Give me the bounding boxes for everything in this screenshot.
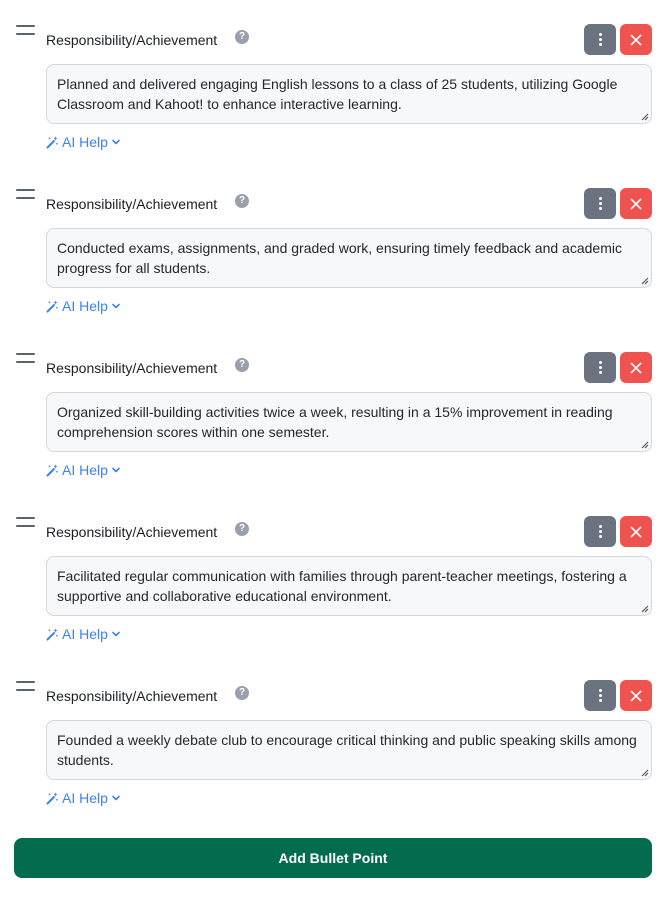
bullet-item: Responsibility/Achievement ? Planned and…	[0, 24, 665, 174]
close-icon	[630, 34, 642, 45]
ai-help-label: AI Help	[62, 790, 108, 806]
bullet-item: Responsibility/Achievement ? Facilitated…	[0, 516, 665, 666]
question-icon[interactable]: ?	[235, 686, 249, 700]
item-label: Responsibility/Achievement	[46, 360, 218, 376]
question-icon[interactable]: ?	[235, 358, 249, 372]
more-vertical-icon	[598, 197, 602, 210]
bullet-textarea[interactable]: Founded a weekly debate club to encourag…	[46, 720, 652, 780]
bullet-textarea[interactable]: Facilitated regular communication with f…	[46, 556, 652, 616]
more-options-button[interactable]	[584, 680, 616, 711]
delete-item-button[interactable]	[620, 516, 652, 547]
more-options-button[interactable]	[584, 24, 616, 55]
drag-handle-icon[interactable]	[16, 516, 36, 528]
bullet-textarea[interactable]: Conducted exams, assignments, and graded…	[46, 228, 652, 288]
bullet-text[interactable]: Planned and delivered engaging English l…	[57, 74, 639, 114]
magic-wand-icon	[46, 464, 59, 476]
ai-help-button[interactable]: AI Help	[46, 790, 121, 806]
add-bullet-point-button[interactable]: Add Bullet Point	[14, 838, 652, 878]
close-icon	[630, 526, 642, 537]
more-vertical-icon	[598, 33, 602, 46]
magic-wand-icon	[46, 136, 59, 148]
ai-help-button[interactable]: AI Help	[46, 626, 121, 642]
chevron-down-icon	[112, 139, 120, 145]
more-options-button[interactable]	[584, 352, 616, 383]
item-label: Responsibility/Achievement	[46, 32, 218, 48]
question-icon[interactable]: ?	[235, 522, 249, 536]
magic-wand-icon	[46, 300, 59, 312]
bullet-text[interactable]: Facilitated regular communication with f…	[57, 566, 639, 606]
more-options-button[interactable]	[584, 188, 616, 219]
bullet-item: Responsibility/Achievement ? Organized s…	[0, 352, 665, 502]
drag-handle-icon[interactable]	[16, 188, 36, 200]
more-options-button[interactable]	[584, 516, 616, 547]
more-vertical-icon	[598, 525, 602, 538]
ai-help-label: AI Help	[62, 134, 108, 150]
bullet-textarea[interactable]: Planned and delivered engaging English l…	[46, 64, 652, 124]
drag-handle-icon[interactable]	[16, 680, 36, 692]
ai-help-label: AI Help	[62, 462, 108, 478]
delete-item-button[interactable]	[620, 24, 652, 55]
chevron-down-icon	[112, 631, 120, 637]
chevron-down-icon	[112, 467, 120, 473]
resize-handle-icon[interactable]	[639, 439, 649, 449]
bullet-text[interactable]: Organized skill-building activities twic…	[57, 402, 639, 442]
close-icon	[630, 690, 642, 701]
magic-wand-icon	[46, 792, 59, 804]
more-vertical-icon	[598, 361, 602, 374]
item-label: Responsibility/Achievement	[46, 688, 218, 704]
bullet-textarea[interactable]: Organized skill-building activities twic…	[46, 392, 652, 452]
bullet-text[interactable]: Conducted exams, assignments, and graded…	[57, 238, 639, 278]
ai-help-label: AI Help	[62, 298, 108, 314]
more-vertical-icon	[598, 689, 602, 702]
ai-help-button[interactable]: AI Help	[46, 298, 121, 314]
resize-handle-icon[interactable]	[639, 111, 649, 121]
drag-handle-icon[interactable]	[16, 24, 36, 36]
delete-item-button[interactable]	[620, 680, 652, 711]
bullet-item: Responsibility/Achievement ? Founded a w…	[0, 680, 665, 830]
delete-item-button[interactable]	[620, 188, 652, 219]
bullet-text[interactable]: Founded a weekly debate club to encourag…	[57, 730, 639, 770]
chevron-down-icon	[112, 303, 120, 309]
magic-wand-icon	[46, 628, 59, 640]
item-label: Responsibility/Achievement	[46, 524, 218, 540]
delete-item-button[interactable]	[620, 352, 652, 383]
question-icon[interactable]: ?	[235, 30, 249, 44]
close-icon	[630, 198, 642, 209]
ai-help-button[interactable]: AI Help	[46, 462, 121, 478]
item-label: Responsibility/Achievement	[46, 196, 218, 212]
close-icon	[630, 362, 642, 373]
bullet-item: Responsibility/Achievement ? Conducted e…	[0, 188, 665, 338]
resize-handle-icon[interactable]	[639, 275, 649, 285]
resize-handle-icon[interactable]	[639, 603, 649, 613]
ai-help-label: AI Help	[62, 626, 108, 642]
question-icon[interactable]: ?	[235, 194, 249, 208]
drag-handle-icon[interactable]	[16, 352, 36, 364]
chevron-down-icon	[112, 795, 120, 801]
resize-handle-icon[interactable]	[639, 767, 649, 777]
ai-help-button[interactable]: AI Help	[46, 134, 121, 150]
